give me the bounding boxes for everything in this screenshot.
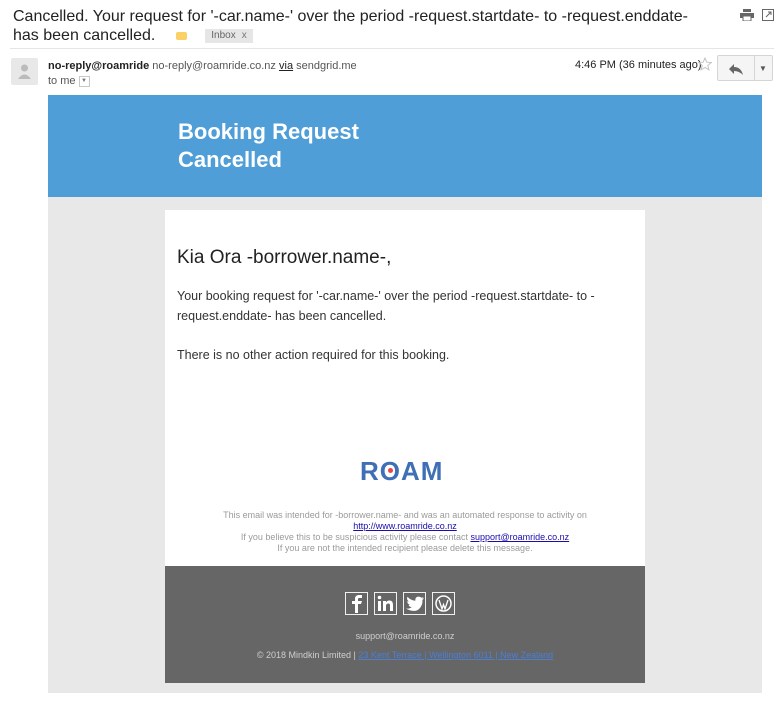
- copyright-line: © 2018 Mindkin Limited | 23 Kent Terrace…: [165, 650, 645, 660]
- recipient-text: to me: [48, 75, 76, 87]
- logo-letter-o: O: [380, 456, 401, 487]
- greeting: Kia Ora -borrower.name-,: [177, 247, 392, 268]
- star-icon[interactable]: [697, 56, 713, 76]
- via-domain: sendgrid.me: [296, 60, 357, 72]
- banner-title: Booking Request Cancelled: [178, 118, 438, 174]
- email-subject: Cancelled. Your request for '-car.name-'…: [13, 7, 713, 45]
- linkedin-icon[interactable]: [374, 592, 397, 615]
- reply-separator: [754, 56, 755, 80]
- support-email-link[interactable]: support@roamride.co.nz: [470, 532, 569, 542]
- address-link[interactable]: 23 Kent Terrace | Wellington 6011 | New …: [358, 650, 553, 660]
- no-action-message: There is no other action required for th…: [177, 348, 450, 362]
- facebook-icon[interactable]: [345, 592, 368, 615]
- logo-letters-am: AM: [401, 456, 444, 486]
- header-divider: [10, 48, 774, 49]
- print-icon[interactable]: [740, 9, 754, 21]
- wordpress-icon[interactable]: [432, 592, 455, 615]
- show-details-button[interactable]: ▼: [78, 75, 90, 87]
- inbox-label-text: Inbox: [211, 29, 236, 41]
- roam-logo[interactable]: ROAM: [360, 456, 443, 487]
- email-timestamp: 4:46 PM (36 minutes ago): [575, 59, 702, 71]
- inbox-label-chip[interactable]: Inbox x: [205, 28, 253, 43]
- website-link[interactable]: http://www.roamride.co.nz: [353, 521, 457, 531]
- important-label-icon[interactable]: [175, 31, 187, 40]
- banner-title-line1: Booking Request: [178, 119, 359, 144]
- more-options-icon[interactable]: ▼: [759, 64, 767, 73]
- disclaimer-contact-text: If you believe this to be suspicious act…: [240, 532, 468, 542]
- social-links: [345, 592, 455, 615]
- twitter-icon[interactable]: [403, 592, 426, 615]
- recipient-row: to me ▼: [48, 75, 90, 87]
- disclaimer-line1: This email was intended for -borrower.na…: [223, 510, 587, 520]
- disclaimer-line3: If you believe this to be suspicious act…: [165, 532, 645, 543]
- new-window-icon[interactable]: [762, 9, 774, 21]
- header-actions: [740, 9, 774, 21]
- copyright-text: © 2018 Mindkin Limited |: [256, 650, 356, 660]
- banner-title-line2: Cancelled: [178, 147, 282, 172]
- via-link[interactable]: via: [279, 60, 293, 72]
- subject-text: Cancelled. Your request for '-car.name-'…: [13, 8, 688, 44]
- sender-info: no-reply@roamride no-reply@roamride.co.n…: [48, 59, 357, 73]
- sender-address: no-reply@roamride.co.nz: [152, 60, 276, 72]
- avatar[interactable]: [11, 58, 38, 85]
- cancellation-message: Your booking request for '-car.name-' ov…: [177, 289, 595, 323]
- person-icon: [18, 64, 31, 79]
- remove-label-button[interactable]: x: [242, 30, 247, 41]
- disclaimer-line4: If you are not the intended recipient pl…: [277, 543, 533, 553]
- email-footer: [165, 566, 645, 683]
- disclaimer-link-row: http://www.roamride.co.nz: [165, 521, 645, 532]
- location-pin-icon: [387, 468, 393, 473]
- reply-icon: [729, 62, 743, 80]
- logo-letter-r: R: [360, 456, 380, 486]
- sender-name[interactable]: no-reply@roamride: [48, 60, 149, 72]
- footer-support-email: support@roamride.co.nz: [355, 631, 455, 641]
- reply-button[interactable]: ▼: [717, 55, 773, 81]
